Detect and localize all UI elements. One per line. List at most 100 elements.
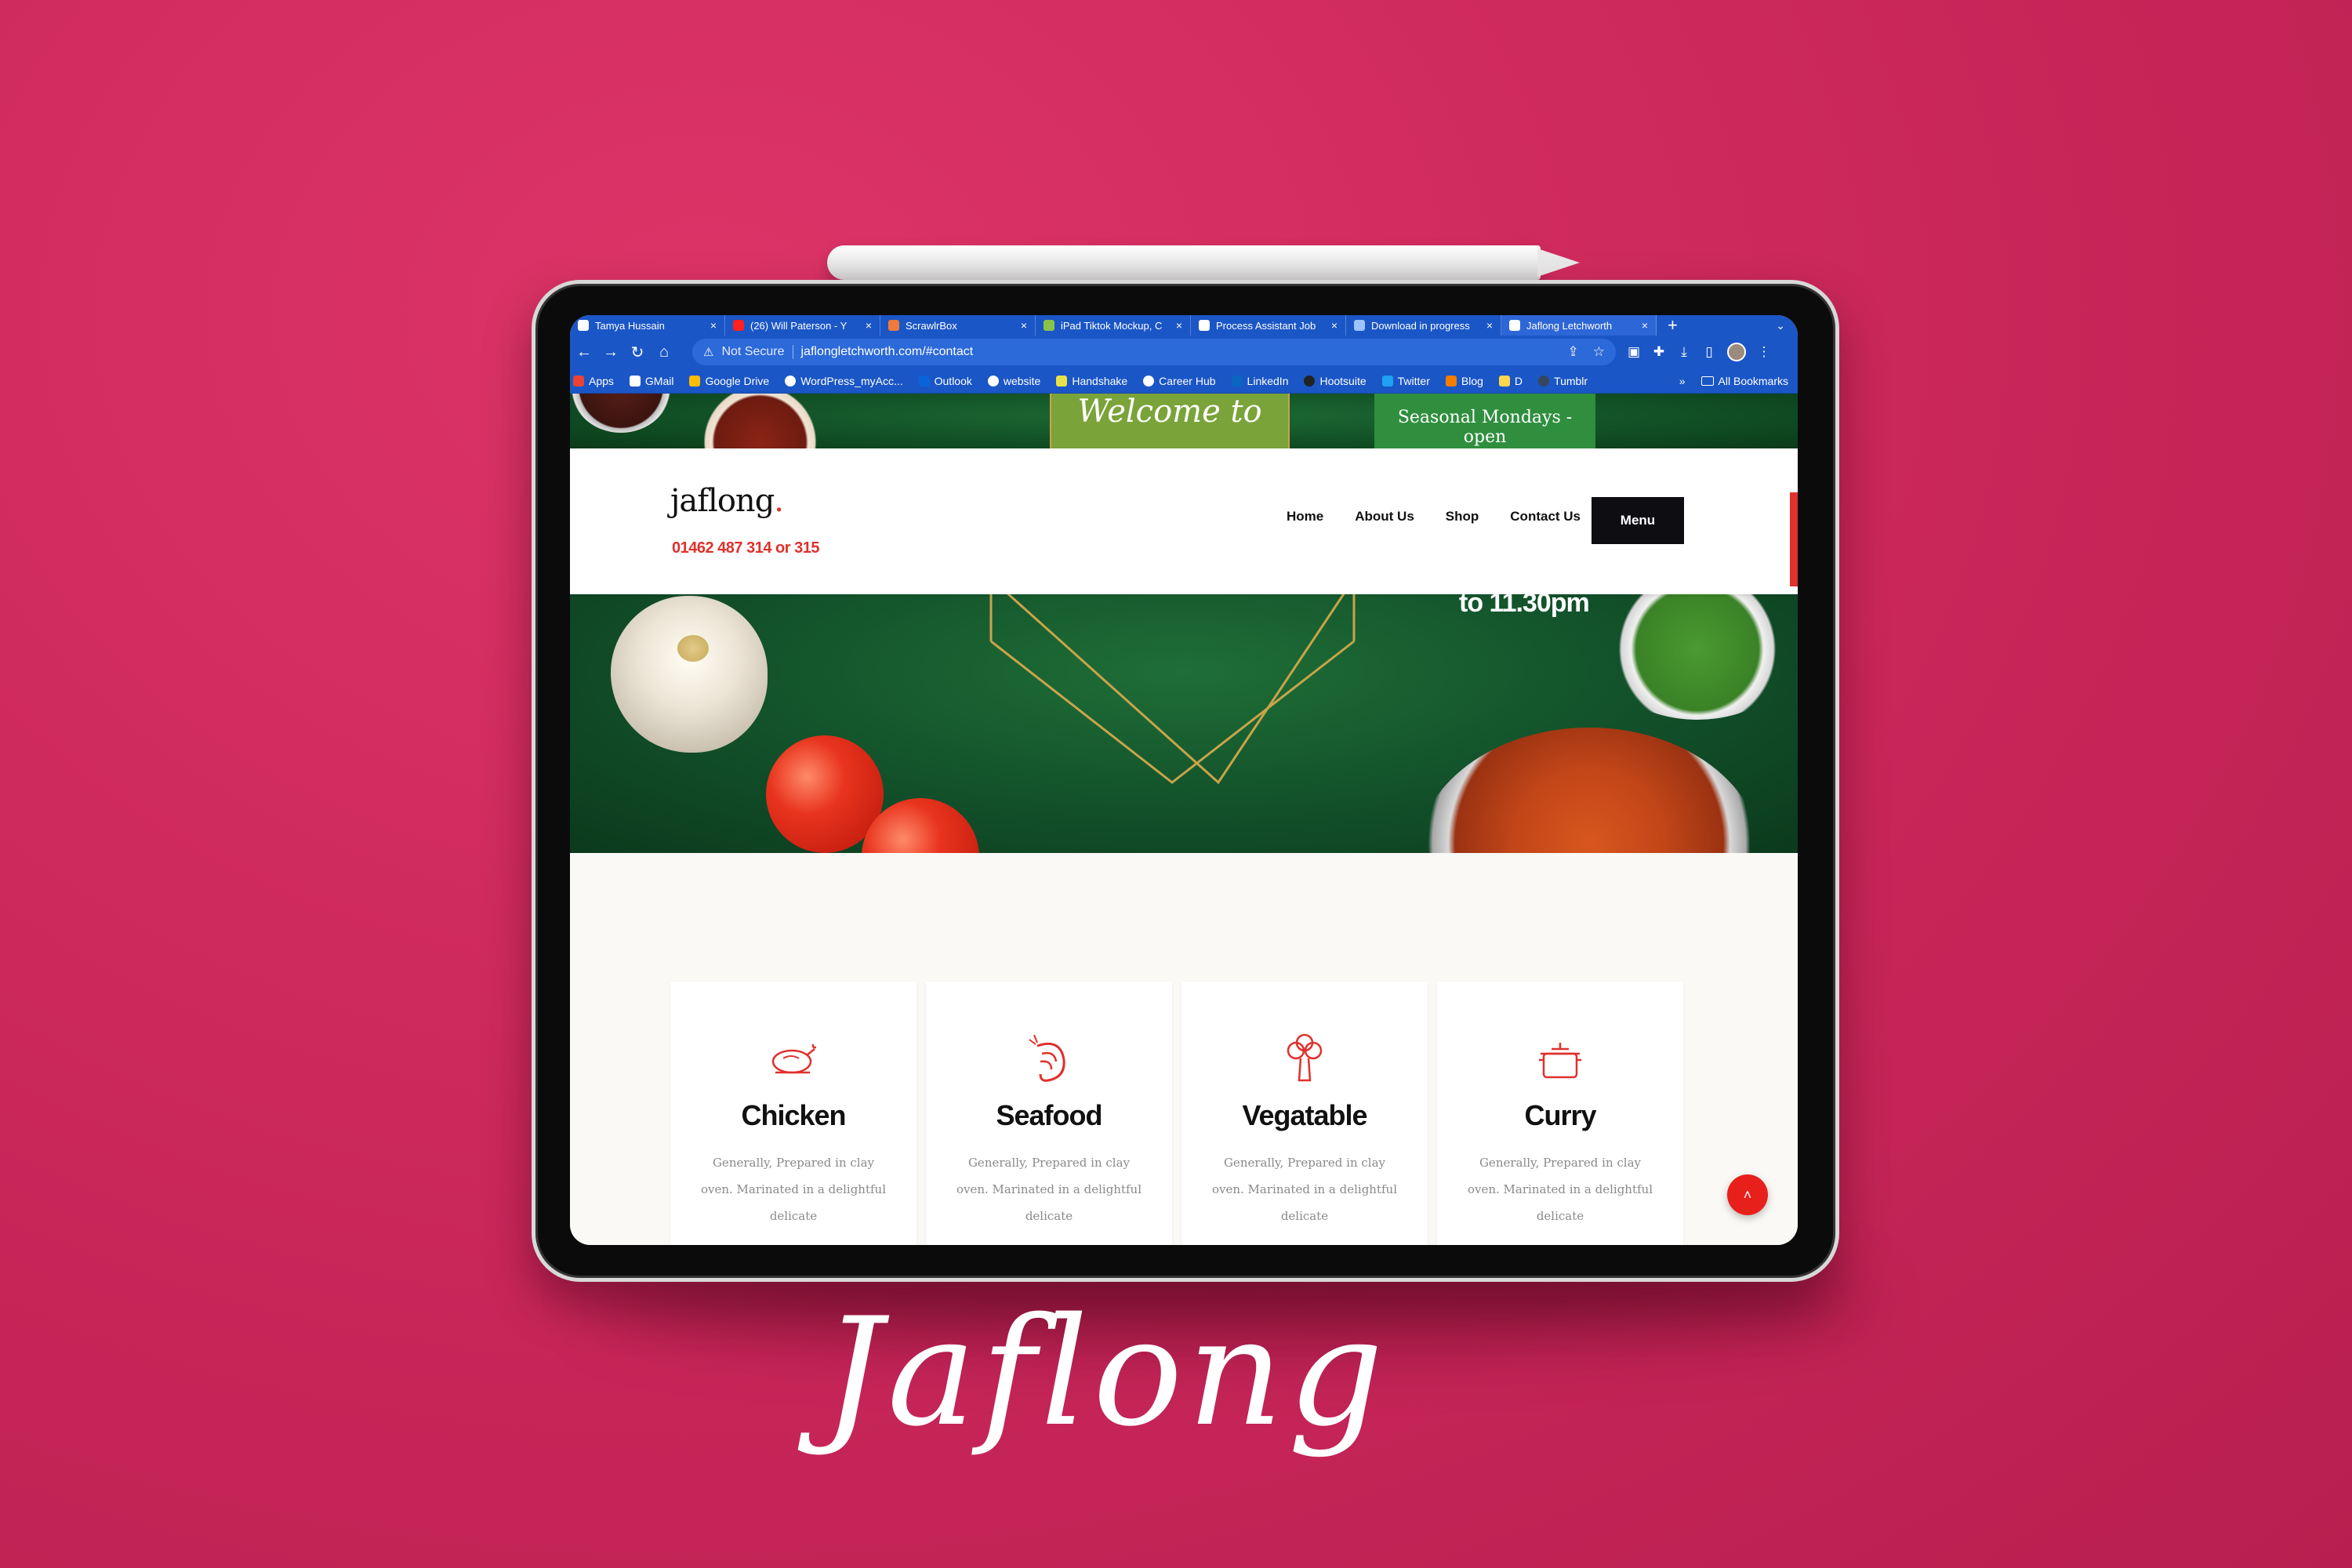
close-tab-icon[interactable]: × [1642,319,1648,332]
bookmarks-bar: Apps GMail Google Drive WordPress_myAcc.… [570,368,1798,394]
menu-button[interactable]: Menu [1592,497,1684,544]
seasonal-banner: Seasonal Mondays - open [1374,394,1595,448]
security-label: Not Secure [721,345,785,358]
nav-about-us[interactable]: About Us [1355,509,1414,524]
browser-tab-active[interactable]: Jaflong Letchworth × [1501,315,1657,336]
hootsuite-icon [1304,375,1316,387]
kebab-menu-icon[interactable]: ⋮ [1757,344,1771,360]
forward-arrow-icon[interactable]: → [603,343,619,361]
category-title: Seafood [996,1099,1102,1131]
tiktok-icon [578,320,589,331]
browser-tab[interactable]: Process Assistant Job × [1191,315,1346,336]
cooking-pot-icon [1539,1043,1581,1079]
bookmark-item[interactable]: GMail [629,375,673,387]
bookmark-item[interactable]: Tumblr [1538,375,1588,387]
apple-pencil [827,245,1580,280]
close-tab-icon[interactable]: × [866,319,872,332]
bookmark-item[interactable]: Twitter [1381,375,1430,387]
scrollbar-thumb[interactable] [1790,492,1798,586]
close-tab-icon[interactable]: × [1486,319,1493,332]
apps-grid-icon [573,375,584,387]
phone-number[interactable]: 01462 487 314 or 315 [672,539,819,557]
category-description: Generally, Prepared in clay oven. Marina… [700,1156,887,1223]
opening-hours-text: to 11.30pm [1459,594,1590,618]
all-bookmarks-button[interactable]: All Bookmarks [1700,375,1788,387]
category-title: Chicken [741,1099,846,1131]
category-description: Generally, Prepared in clay oven. Marina… [956,1156,1142,1223]
youtube-icon [733,320,744,331]
jaflong-logo[interactable]: jaflong. [670,483,784,519]
page-viewport: Welcome to Seasonal Mondays - open to 11… [570,394,1798,1245]
category-card-curry[interactable]: Curry Generally, Prepared in clay oven. … [1437,982,1683,1245]
browser-tab[interactable]: (26) Will Paterson - Y × [725,315,880,336]
browser-toolbar: ← → ↻ ⌂ ⚠ Not Secure jaflongletchworth.c… [570,336,1798,368]
new-tab-button[interactable]: + [1668,315,1678,336]
site-favicon-icon [1044,320,1054,331]
bookmark-item[interactable]: Apps [573,375,614,387]
folder-icon [1700,376,1714,386]
category-title: Curry [1524,1099,1596,1131]
shrimp-icon [1029,1034,1065,1082]
hero-banner: to 11.30pm [570,594,1798,853]
extension-icon[interactable]: ▣ [1627,344,1641,360]
nav-contact-us[interactable]: Contact Us [1510,509,1581,524]
category-description: Generally, Prepared in clay oven. Marina… [1467,1156,1653,1223]
handshake-icon [1056,375,1068,387]
home-icon[interactable]: ⌂ [656,343,672,361]
bookmark-item[interactable]: website [987,375,1040,387]
bookmark-item[interactable]: D [1498,375,1523,387]
back-arrow-icon[interactable]: ← [576,343,592,361]
categories-section: Chicken Generally, Prepared in clay oven… [570,853,1798,1245]
category-title: Vegatable [1242,1099,1367,1131]
bookmark-item[interactable]: Google Drive [689,375,769,387]
category-card-vegatable[interactable]: Vegatable Generally, Prepared in clay ov… [1181,982,1428,1245]
puzzle-icon[interactable]: ✚ [1652,344,1666,360]
career-hub-icon [1143,375,1155,387]
share-icon[interactable]: ⇪ [1568,344,1579,360]
category-card-seafood[interactable]: Seafood Generally, Prepared in clay oven… [926,982,1172,1245]
profile-avatar[interactable] [1727,343,1746,361]
browser-tab[interactable]: ScrawlrBox × [880,315,1036,336]
chevron-up-icon: ˄ [1743,1187,1752,1203]
download-icon [1354,320,1365,331]
spice-bowl-image [570,394,672,433]
scroll-to-top-button[interactable]: ˄ [1727,1174,1768,1215]
browser-tab[interactable]: Tamya Hussain × [570,315,725,336]
downloads-icon[interactable]: ⤓ [1677,344,1691,360]
bookmark-item[interactable]: Handshake [1056,375,1127,387]
category-description: Generally, Prepared in clay oven. Marina… [1211,1156,1398,1223]
broccoli-icon [1287,1033,1323,1082]
reload-icon[interactable]: ↻ [630,343,645,362]
gmail-icon [629,375,641,387]
browser-tab[interactable]: iPad Tiktok Mockup, C × [1036,315,1191,336]
close-tab-icon[interactable]: × [1021,319,1027,332]
welcome-banner: Welcome to [1050,394,1290,448]
nav-shop[interactable]: Shop [1446,509,1479,524]
bookmark-item[interactable]: LinkedIn [1231,375,1288,387]
outlook-icon [918,375,930,387]
bookmark-item[interactable]: Outlook [918,375,972,387]
close-tab-icon[interactable]: × [710,319,717,332]
main-navigation: Home About Us Shop Contact Us [1287,509,1581,524]
sidebar-icon[interactable]: ▯ [1702,344,1716,360]
bookmark-item[interactable]: Blog [1445,375,1483,387]
url-text[interactable]: jaflongletchworth.com/#contact [801,345,974,359]
nav-home[interactable]: Home [1287,509,1323,524]
close-tab-icon[interactable]: × [1331,319,1338,332]
browser-tab[interactable]: Download in progress × [1346,315,1501,336]
bookmark-item[interactable]: Hootsuite [1304,375,1367,387]
bookmark-star-icon[interactable]: ☆ [1593,344,1605,360]
browser-tab-bar: Tamya Hussain × (26) Will Paterson - Y × S… [570,315,1798,336]
close-tab-icon[interactable]: × [1176,319,1182,332]
tumblr-icon [1538,375,1550,387]
more-bookmarks-button[interactable]: » [1679,375,1686,387]
bookmark-item[interactable]: WordPress_myAcc... [785,375,903,387]
address-bar[interactable]: ⚠ Not Secure jaflongletchworth.com/#cont… [692,339,1616,365]
bookmark-item[interactable]: Career Hub [1143,375,1216,387]
twitter-icon [1381,375,1393,387]
tab-search-chevron-icon[interactable]: ⌄ [1776,319,1785,332]
warning-icon: ⚠ [703,346,714,359]
category-card-chicken[interactable]: Chicken Generally, Prepared in clay oven… [670,982,916,1245]
scrawlrbox-icon [888,320,899,331]
site-header: jaflong. 01462 487 314 or 315 Home About… [570,448,1798,594]
